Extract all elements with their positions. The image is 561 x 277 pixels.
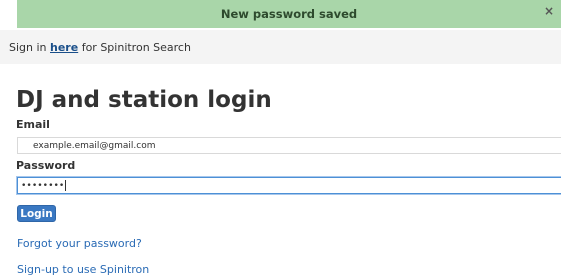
forgot-password-link[interactable]: Forgot your password? bbox=[17, 237, 142, 250]
login-button[interactable]: Login bbox=[17, 205, 56, 222]
password-label: Password bbox=[16, 159, 76, 172]
email-value: example.email@gmail.com bbox=[33, 140, 156, 151]
close-icon[interactable]: × bbox=[543, 5, 555, 17]
signin-prefix: Sign in bbox=[9, 40, 51, 54]
password-field[interactable]: •••••••• bbox=[17, 177, 561, 194]
email-field[interactable]: example.email@gmail.com bbox=[17, 137, 561, 154]
page-title: DJ and station login bbox=[16, 87, 272, 113]
signin-here-link[interactable]: here bbox=[50, 41, 78, 54]
signin-notice: Sign in here for Spinitron Search bbox=[0, 30, 561, 64]
alert-message: New password saved bbox=[220, 7, 358, 21]
success-alert: New password saved × bbox=[17, 0, 561, 28]
signin-suffix: for Spinitron Search bbox=[78, 40, 191, 54]
text-caret bbox=[65, 180, 67, 191]
email-label: Email bbox=[16, 118, 50, 131]
password-value: •••••••• bbox=[21, 180, 65, 191]
signup-link[interactable]: Sign-up to use Spinitron bbox=[17, 263, 149, 276]
